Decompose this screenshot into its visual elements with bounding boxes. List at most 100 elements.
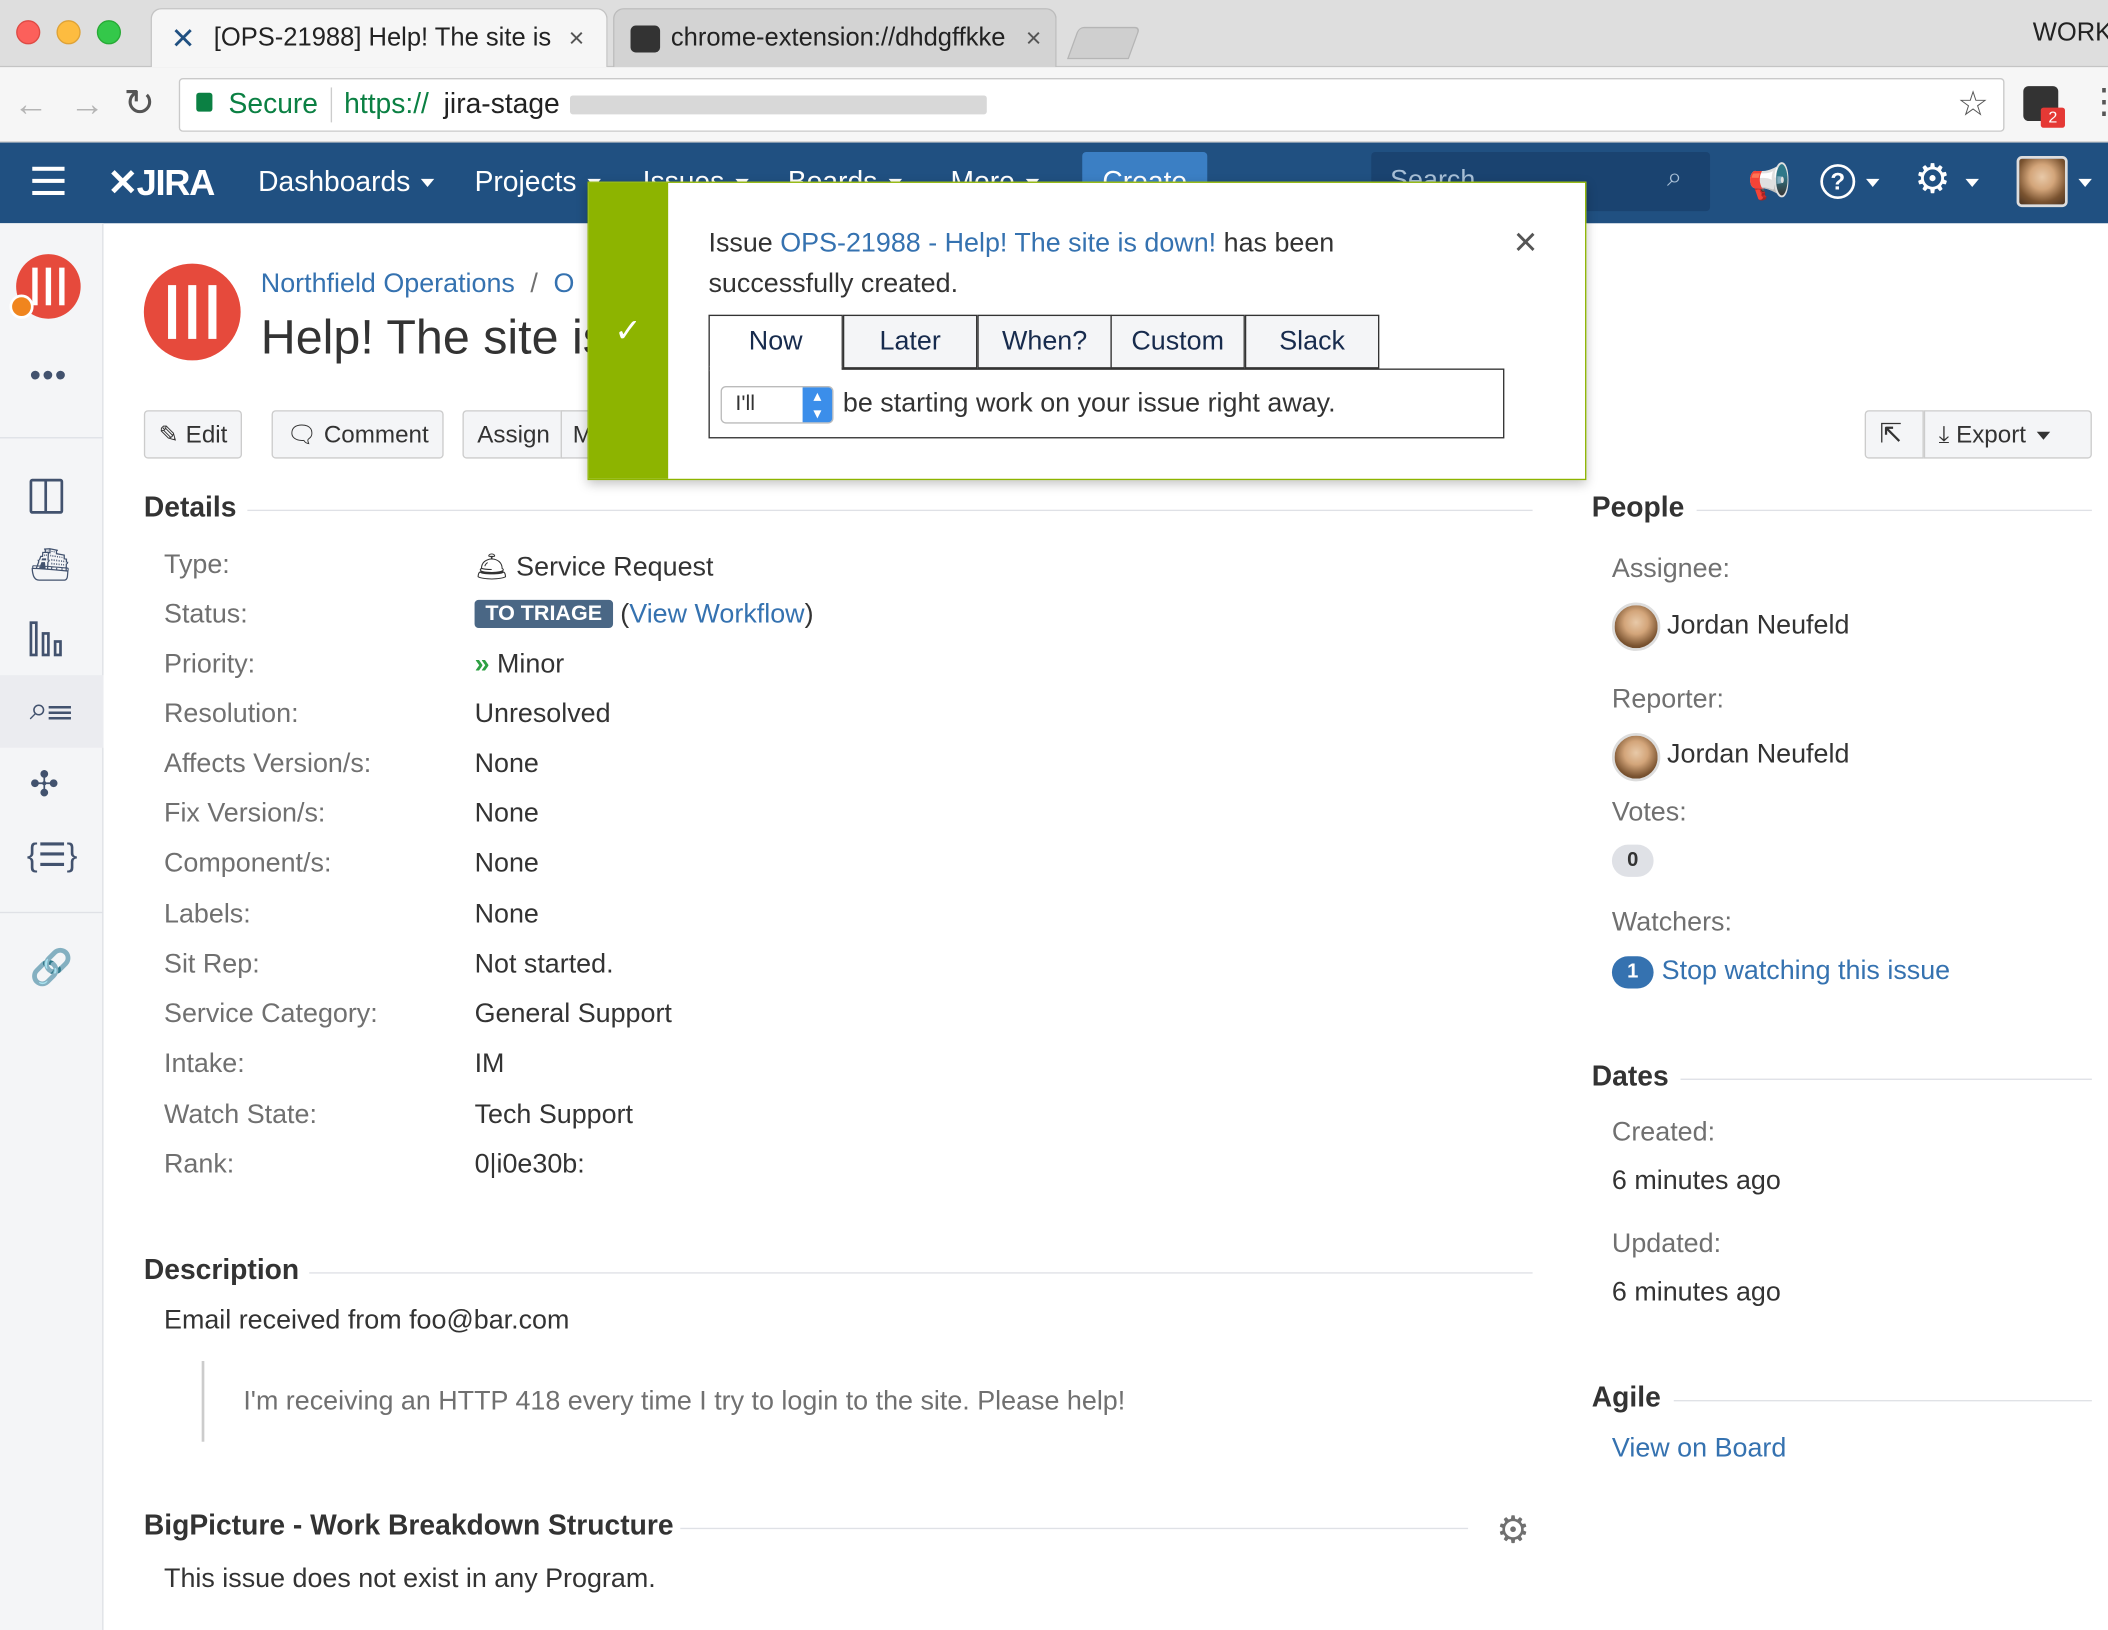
response-now-button[interactable]: Now (708, 314, 843, 369)
assign-button[interactable]: Assign (462, 410, 565, 459)
feedback-megaphone-icon[interactable]: 📢 (1748, 161, 1792, 203)
sit-rep-value: Not started. (474, 949, 614, 980)
issue-project-avatar (143, 263, 241, 361)
help-icon[interactable]: ? (1820, 164, 1856, 200)
new-tab-button[interactable] (1066, 26, 1141, 60)
issues-search-icon[interactable]: ⌕☰ (30, 691, 72, 729)
forward-icon[interactable]: → (70, 83, 105, 125)
breadcrumb-project-link[interactable]: Northfield Operations (261, 269, 515, 299)
created-label: Created: (1611, 1117, 1716, 1148)
browser-tab-inactive[interactable]: chrome-extension://dhdgffkke × (613, 8, 1057, 68)
sidebar-divider (0, 437, 104, 439)
assignee-avatar (1611, 602, 1661, 651)
more-options-icon[interactable]: ••• (30, 358, 68, 396)
view-workflow-link[interactable]: View Workflow (629, 600, 804, 630)
breadcrumb-issue-link[interactable]: O (553, 269, 574, 299)
assignee-name[interactable]: Jordan Neufeld (1667, 611, 1849, 642)
chevron-down-icon (1866, 178, 1880, 187)
browser-tab-active[interactable]: ✕ [OPS-21988] Help! The site is × (150, 8, 608, 68)
comment-button[interactable]: 🗨 Comment (271, 410, 444, 459)
response-later-button[interactable]: Later (842, 314, 978, 369)
jira-logo[interactable]: ✕JIRA (108, 143, 216, 224)
response-message: be starting work on your issue right awa… (842, 388, 1336, 419)
priority-minor-icon: » (474, 649, 490, 680)
export-icon: ⤓ (1938, 420, 1950, 448)
watchers-count-badge[interactable]: 1 (1611, 956, 1654, 989)
extension-badge: 2 (2040, 107, 2065, 128)
board-icon[interactable] (29, 478, 64, 514)
minimize-window-button[interactable] (56, 20, 81, 45)
priority-value: » Minor (474, 649, 565, 680)
close-tab-icon[interactable]: × (569, 9, 585, 67)
breadcrumb: Northfield Operations / O (260, 268, 575, 299)
nav-projects[interactable]: Projects (475, 143, 601, 224)
description-quote: I'm receiving an HTTP 418 every time I t… (243, 1386, 1126, 1417)
project-sidebar (0, 223, 104, 1630)
bookmark-star-icon[interactable]: ☆ (1957, 83, 1988, 125)
response-panel: I'll ▴ ▾ be starting work on your issue r… (708, 368, 1505, 439)
rank-value: 0|i0e30b: (474, 1149, 585, 1180)
reload-icon[interactable]: ↻ (124, 81, 156, 125)
share-icon[interactable]: ⇱ (1864, 410, 1924, 459)
flag-message: Issue OPS-21988 - Help! The site is down… (708, 228, 1335, 259)
comment-icon: 🗨 (286, 420, 318, 448)
people-heading: People (1591, 492, 1685, 524)
field-label: Rank: (164, 1149, 235, 1180)
address-bar[interactable]: Secure https:// jira-stage ☆ (178, 78, 2005, 132)
view-on-board-link[interactable]: View on Board (1612, 1434, 1786, 1465)
bigpicture-text: This issue does not exist in any Program… (164, 1564, 656, 1594)
quote-bar (201, 1361, 205, 1442)
user-avatar[interactable] (2016, 156, 2068, 208)
app-switcher-icon[interactable] (32, 166, 65, 197)
pencil-icon: ✎ (158, 420, 179, 448)
nav-dashboards[interactable]: Dashboards (258, 143, 435, 224)
response-slack-button[interactable]: Slack (1244, 314, 1380, 369)
field-label: Watch State: (164, 1100, 317, 1130)
extension-favicon-icon (630, 25, 661, 53)
flag-message-line2: successfully created. (708, 268, 959, 299)
close-tab-icon[interactable]: × (1026, 9, 1042, 67)
chevron-down-icon (2078, 178, 2092, 187)
url-host: jira-stage (443, 88, 560, 120)
reports-icon[interactable] (29, 621, 68, 659)
address-divider (330, 87, 333, 123)
url-scheme: https:// (344, 88, 429, 120)
status-badge[interactable]: TO TRIAGE (474, 599, 613, 629)
reporter-label: Reporter: (1611, 684, 1725, 715)
settings-gear-icon[interactable]: ⚙ (1914, 156, 1950, 203)
chevron-down-icon (421, 179, 435, 188)
created-value: 6 minutes ago (1611, 1166, 1781, 1196)
edit-button[interactable]: ✎ Edit (143, 410, 243, 459)
field-label: Resolution: (164, 699, 299, 729)
back-icon[interactable]: ← (13, 83, 48, 125)
field-label: Sit Rep: (164, 949, 260, 980)
export-button[interactable]: ⤓ Export (1923, 410, 2092, 459)
reporter-name[interactable]: Jordan Neufeld (1667, 740, 1849, 771)
affects-version-value: None (474, 749, 539, 779)
field-label: Fix Version/s: (164, 798, 326, 829)
agile-rule (1673, 1400, 2092, 1402)
releases-ship-icon[interactable]: ⛴ (30, 546, 71, 585)
created-issue-link[interactable]: OPS-21988 - Help! The site is down! (780, 229, 1216, 259)
browser-menu-icon[interactable]: ⋮ (2086, 81, 2108, 121)
success-check-icon: ✓ (614, 313, 642, 350)
stop-watching-link[interactable]: Stop watching this issue (1662, 956, 1950, 987)
select-arrows-icon: ▴ ▾ (802, 387, 833, 423)
zoom-window-button[interactable] (96, 20, 121, 45)
components-icon[interactable]: {☰} (27, 837, 77, 876)
add-ons-puzzle-icon[interactable]: ✣ (30, 764, 59, 806)
dates-rule (1680, 1078, 2092, 1080)
response-select[interactable]: I'll ▴ ▾ (720, 385, 834, 424)
bigpicture-settings-gear-icon[interactable]: ⚙ (1496, 1508, 1530, 1552)
response-custom-button[interactable]: Custom (1110, 314, 1245, 369)
url-redacted (570, 95, 987, 115)
votes-count-badge[interactable]: 0 (1611, 844, 1654, 877)
close-flag-icon[interactable]: × (1514, 223, 1538, 263)
link-icon[interactable]: 🔗 (30, 947, 74, 989)
labels-value: None (474, 899, 539, 930)
close-window-button[interactable] (16, 20, 41, 45)
response-when-button[interactable]: When? (977, 314, 1112, 369)
dates-heading: Dates (1591, 1061, 1669, 1093)
details-heading: Details (143, 492, 237, 524)
field-label: Type: (164, 550, 230, 580)
